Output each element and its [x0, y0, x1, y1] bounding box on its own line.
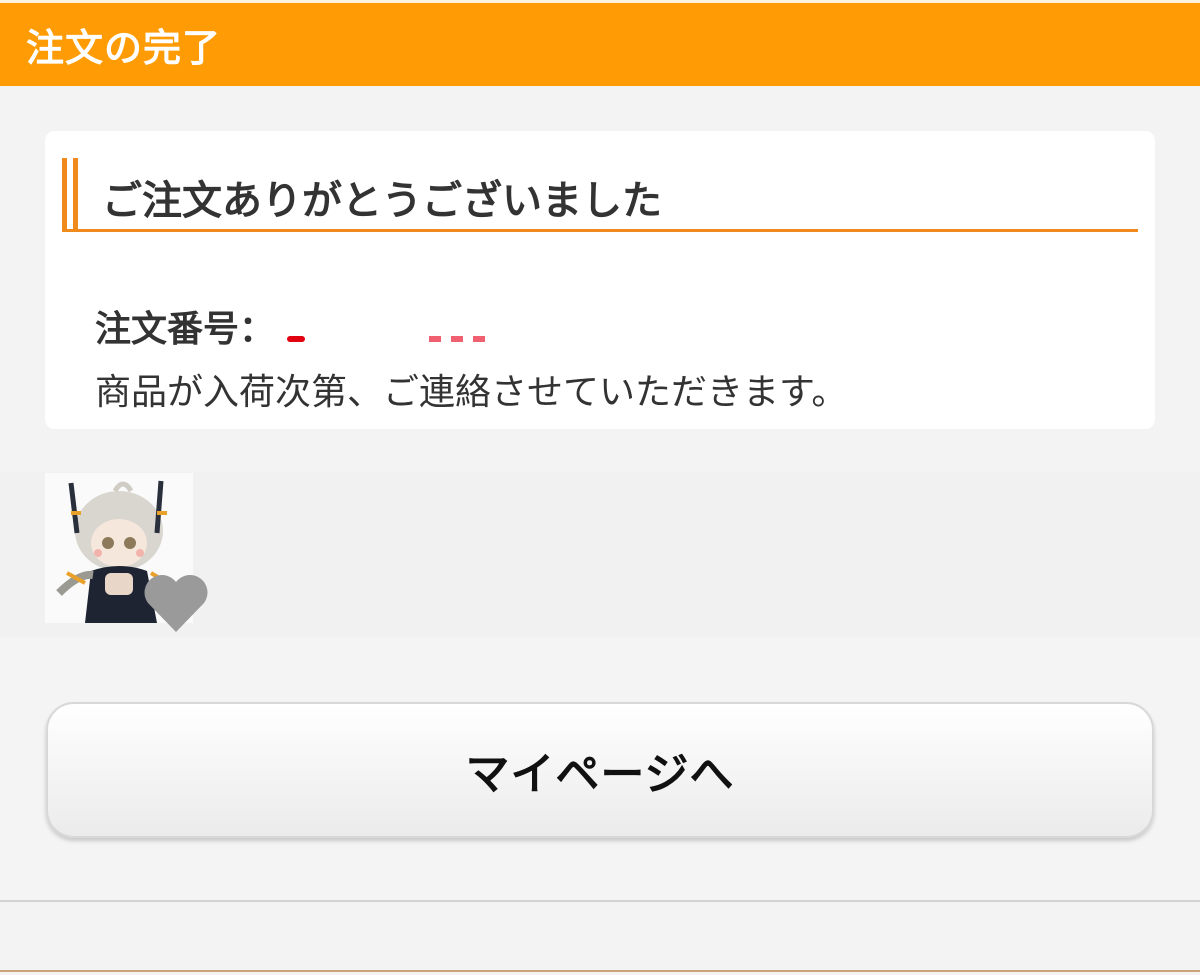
action-area: マイページへ	[0, 637, 1200, 902]
mypage-button[interactable]: マイページへ	[46, 702, 1154, 838]
order-complete-page: 注文の完了 ご注文ありがとうございました 注文番号： 商品が入荷次第、ご連絡させ…	[0, 0, 1200, 975]
order-number-row: 注文番号：	[95, 301, 494, 351]
heading-accent-bar	[62, 158, 78, 232]
card-heading: ご注文ありがとうございました	[62, 158, 1138, 232]
redacted-order-number	[287, 336, 306, 342]
header-bar: 注文の完了	[0, 0, 1200, 86]
footer-divider	[0, 970, 1200, 972]
redacted-order-number-tail	[429, 336, 494, 342]
ordered-item-strip	[0, 472, 1200, 637]
page-title: 注文の完了	[26, 26, 222, 70]
heart-icon[interactable]	[142, 570, 210, 634]
restock-notice: 商品が入荷次第、ご連絡させていただきます。	[95, 372, 848, 413]
order-number-label: 注文番号：	[95, 309, 276, 350]
mypage-button-label: マイページへ	[465, 749, 735, 800]
order-confirmation-card: ご注文ありがとうございました 注文番号： 商品が入荷次第、ご連絡させていただきま…	[45, 131, 1155, 429]
thank-you-heading: ご注文ありがとうございました	[102, 178, 662, 224]
